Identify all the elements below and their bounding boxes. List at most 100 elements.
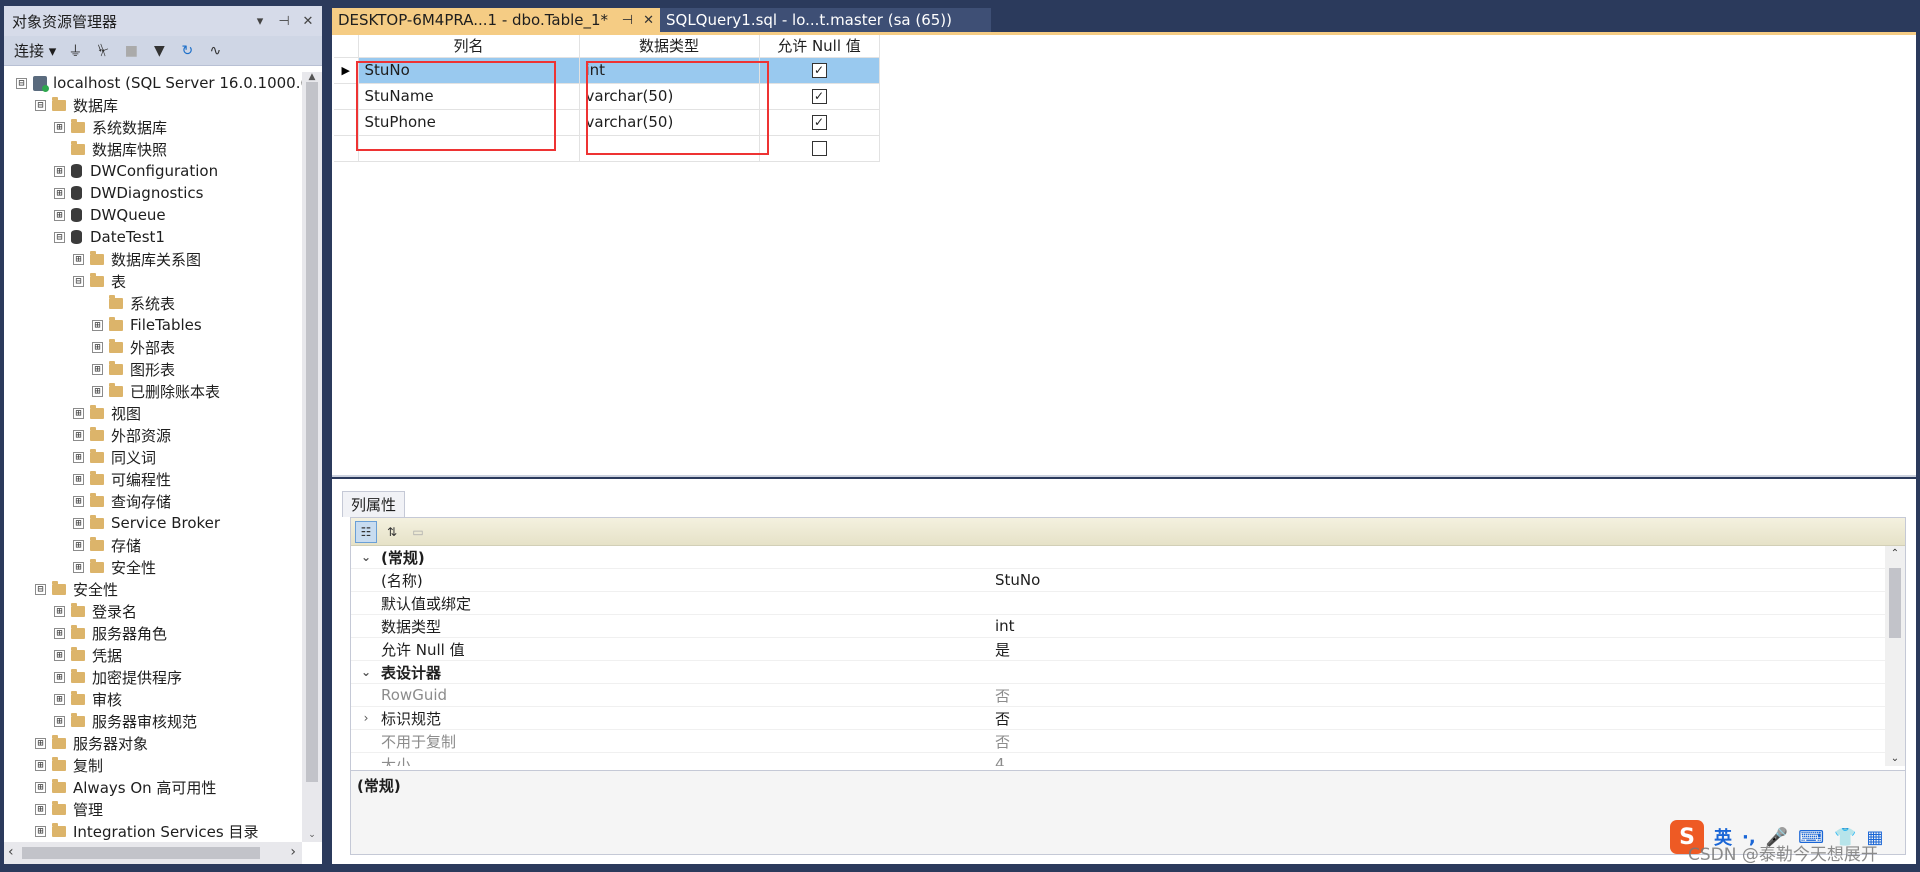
- row-selector[interactable]: [334, 109, 359, 136]
- collapse-icon[interactable]: ⊟: [16, 77, 27, 89]
- collapse-icon[interactable]: ⊟: [54, 231, 65, 243]
- tree-node[interactable]: ⊞ 可编程性: [4, 468, 302, 490]
- property-value[interactable]: StuNo: [991, 571, 1887, 589]
- expand-icon[interactable]: ⊞: [35, 803, 46, 815]
- property-row[interactable]: 不用于复制 否: [351, 730, 1887, 753]
- expand-icon[interactable]: ⊞: [73, 407, 84, 419]
- expand-icon[interactable]: ⊞: [54, 605, 65, 617]
- property-category[interactable]: ⌄ 表设计器: [351, 661, 1887, 684]
- tree-node[interactable]: ⊞ 登录名: [4, 600, 302, 622]
- property-category[interactable]: ⌄ (常规): [351, 546, 1887, 569]
- disconnect-plug-icon[interactable]: ⏧: [94, 42, 112, 60]
- tree-node[interactable]: ⊞ 复制: [4, 754, 302, 776]
- tree-node[interactable]: ⊞ 系统数据库: [4, 116, 302, 138]
- expand-icon[interactable]: ⊞: [92, 363, 103, 375]
- tree-node[interactable]: ⊞ 视图: [4, 402, 302, 424]
- tree-node[interactable]: ⊟ 安全性: [4, 578, 302, 600]
- tree-horizontal-scrollbar[interactable]: ‹ ›: [4, 842, 302, 864]
- property-value[interactable]: 否: [991, 731, 1887, 752]
- auto-hide-pin-icon[interactable]: ⊣: [274, 14, 294, 29]
- property-row[interactable]: 默认值或绑定: [351, 592, 1887, 615]
- expand-icon[interactable]: ⊞: [54, 693, 65, 705]
- collapse-icon[interactable]: ⊟: [35, 583, 46, 595]
- expand-icon[interactable]: ⊞: [35, 759, 46, 771]
- expand-icon[interactable]: ⊞: [73, 561, 84, 573]
- window-position-icon[interactable]: ▾: [250, 14, 270, 29]
- scroll-down-icon[interactable]: ⌄: [302, 830, 322, 840]
- tree-node[interactable]: ⊞ Integration Services 目录: [4, 820, 302, 842]
- tree-node[interactable]: ⊞ DWDiagnostics: [4, 182, 302, 204]
- tree-node[interactable]: ⊟ localhost (SQL Server 16.0.1000.6: [4, 72, 302, 94]
- activity-monitor-icon[interactable]: ∿: [206, 42, 224, 60]
- tree-node[interactable]: 数据库快照: [4, 138, 302, 160]
- row-selector[interactable]: ▶: [334, 57, 359, 84]
- allow-null-checkbox[interactable]: ✓: [811, 115, 827, 130]
- expand-icon[interactable]: ⊞: [73, 517, 84, 529]
- expand-icon[interactable]: ⊞: [92, 319, 103, 331]
- expand-icon[interactable]: ⊞: [73, 429, 84, 441]
- tree-node[interactable]: ⊞ Always On 高可用性: [4, 776, 302, 798]
- tree-node[interactable]: ⊟ DateTest1: [4, 226, 302, 248]
- close-icon[interactable]: ✕: [298, 14, 318, 29]
- expand-icon[interactable]: ⊞: [54, 187, 65, 199]
- tab-table-designer[interactable]: DESKTOP-6M4PRA...1 - dbo.Table_1* ⊣ ✕: [332, 8, 660, 32]
- tree-vertical-scrollbar[interactable]: ▲ ⌄: [302, 72, 322, 842]
- expand-icon[interactable]: ⌄: [351, 550, 381, 564]
- connect-plug-icon[interactable]: ⏚: [66, 42, 84, 60]
- property-grid-scrollbar[interactable]: ⌃ ⌄: [1885, 546, 1905, 766]
- expand-icon[interactable]: ⊞: [35, 825, 46, 837]
- scroll-down-icon[interactable]: ⌄: [1885, 753, 1905, 764]
- tree-node[interactable]: ⊞ 图形表: [4, 358, 302, 380]
- tree-node[interactable]: ⊞ 存储: [4, 534, 302, 556]
- property-row[interactable]: 大小 4: [351, 753, 1887, 766]
- expand-icon[interactable]: ⊞: [73, 539, 84, 551]
- expand-icon[interactable]: ⊞: [73, 473, 84, 485]
- property-value[interactable]: 是: [991, 639, 1887, 660]
- tree-node[interactable]: ⊞ DWConfiguration: [4, 160, 302, 182]
- expand-icon[interactable]: ⊞: [73, 253, 84, 265]
- tree-node[interactable]: ⊞ 外部资源: [4, 424, 302, 446]
- tree-node[interactable]: 系统表: [4, 292, 302, 314]
- expand-icon[interactable]: ⊞: [54, 209, 65, 221]
- property-value[interactable]: 否: [991, 685, 1887, 706]
- close-tab-icon[interactable]: ✕: [643, 13, 654, 28]
- tree-node[interactable]: ⊞ 查询存储: [4, 490, 302, 512]
- scrollbar-thumb[interactable]: [22, 847, 260, 859]
- stop-icon[interactable]: ■: [122, 42, 140, 60]
- expand-icon[interactable]: ⊞: [54, 627, 65, 639]
- tree-node[interactable]: ⊟ 表: [4, 270, 302, 292]
- collapse-icon[interactable]: ⊟: [35, 99, 46, 111]
- scrollbar-thumb[interactable]: [306, 82, 318, 782]
- tree-node[interactable]: ⊞ 外部表: [4, 336, 302, 358]
- expand-icon[interactable]: ›: [351, 711, 381, 725]
- expand-icon[interactable]: ⊞: [92, 341, 103, 353]
- tree-node[interactable]: ⊞ 同义词: [4, 446, 302, 468]
- scroll-up-icon[interactable]: ▲: [302, 72, 322, 82]
- expand-icon[interactable]: ⊞: [92, 385, 103, 397]
- tree-node[interactable]: ⊞ FileTables: [4, 314, 302, 336]
- filter-icon[interactable]: ▼: [150, 42, 168, 60]
- pin-tab-icon[interactable]: ⊣: [622, 13, 633, 28]
- tree-node[interactable]: ⊞ 服务器对象: [4, 732, 302, 754]
- expand-icon[interactable]: ⊞: [54, 649, 65, 661]
- expand-icon[interactable]: ⊞: [54, 671, 65, 683]
- expand-icon[interactable]: ⊞: [54, 715, 65, 727]
- row-selector[interactable]: [334, 135, 359, 162]
- sort-alphabetical-icon[interactable]: ⇅: [381, 521, 403, 543]
- tree-node[interactable]: ⊟ 数据库: [4, 94, 302, 116]
- tab-sql-query[interactable]: SQLQuery1.sql - lo...t.master (sa (65)): [660, 8, 991, 32]
- allow-null-checkbox[interactable]: [811, 141, 827, 156]
- tab-column-properties[interactable]: 列属性: [342, 491, 406, 517]
- categorized-icon[interactable]: ☷: [355, 520, 377, 543]
- tree-node[interactable]: ⊞ 凭据: [4, 644, 302, 666]
- scroll-right-icon[interactable]: ›: [290, 844, 296, 860]
- tree-node[interactable]: ⊞ DWQueue: [4, 204, 302, 226]
- expand-icon[interactable]: ⊞: [73, 495, 84, 507]
- property-row[interactable]: RowGuid 否: [351, 684, 1887, 707]
- row-selector[interactable]: [334, 83, 359, 110]
- tree-node[interactable]: ⊞ 服务器审核规范: [4, 710, 302, 732]
- tree-node[interactable]: ⊞ 安全性: [4, 556, 302, 578]
- scroll-left-icon[interactable]: ‹: [8, 844, 14, 860]
- tree-node[interactable]: ⊞ 管理: [4, 798, 302, 820]
- property-row[interactable]: (名称) StuNo: [351, 569, 1887, 592]
